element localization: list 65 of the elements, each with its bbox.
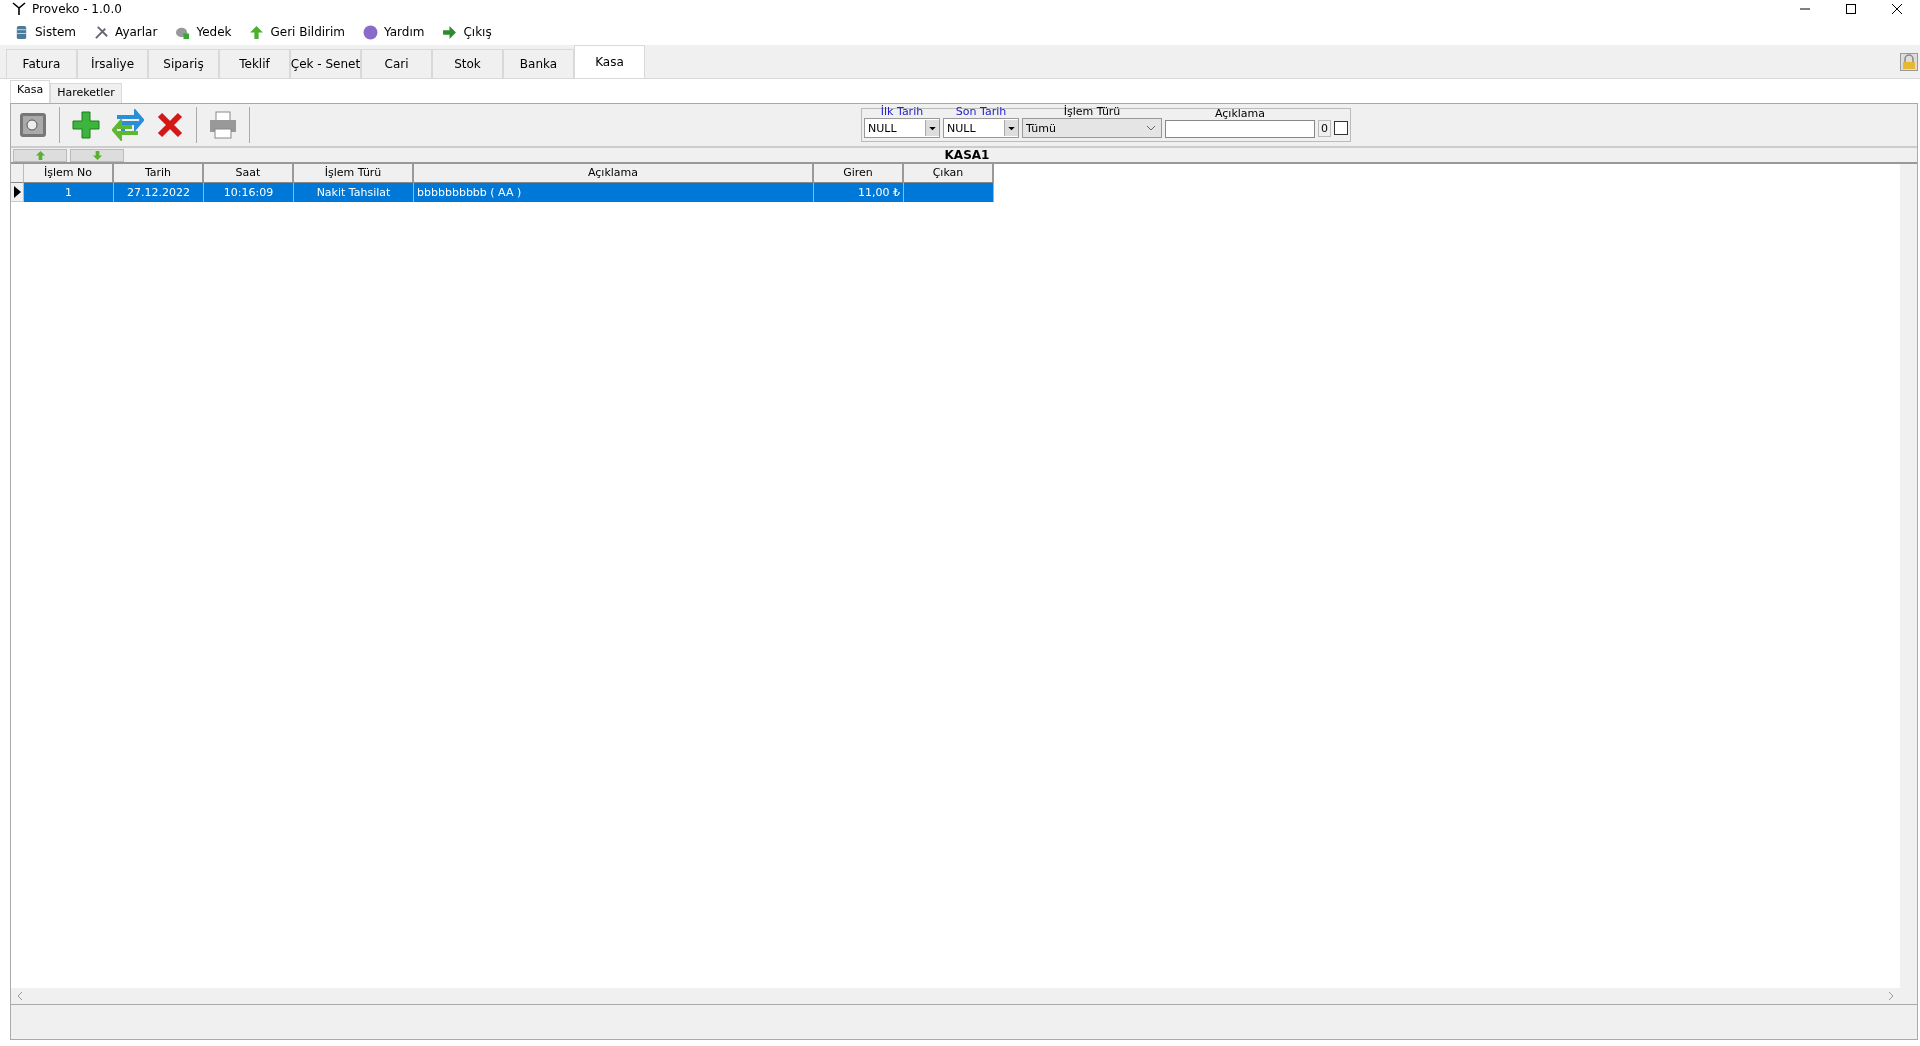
column-header[interactable]: İşlem No <box>24 164 114 183</box>
chevron-right-icon[interactable] <box>1888 991 1894 1001</box>
tab[interactable]: İrsaliye <box>77 49 148 78</box>
row-pointer-icon <box>13 186 21 198</box>
database-icon <box>14 24 29 40</box>
printer-icon[interactable] <box>207 109 239 141</box>
table-cell: 27.12.2022 <box>114 183 204 202</box>
chevron-left-icon[interactable] <box>17 991 23 1001</box>
tab[interactable]: Kasa <box>10 80 51 103</box>
menu-item[interactable]: Sistem <box>10 22 80 42</box>
column-header[interactable]: Saat <box>204 164 294 183</box>
chevron-down-icon <box>1146 125 1156 131</box>
refresh-icon[interactable] <box>112 109 144 141</box>
move-down-button[interactable] <box>70 148 124 162</box>
checkbox[interactable] <box>1334 121 1348 135</box>
add-icon[interactable] <box>70 109 102 141</box>
tab[interactable]: Çek - Senet <box>290 49 361 78</box>
column-header[interactable]: İşlem Türü <box>294 164 414 183</box>
table-cell: bbbbbbbbbb ( AA ) <box>414 183 814 202</box>
grid-title: KASA1 <box>943 148 991 162</box>
tab[interactable]: Cari <box>361 49 432 78</box>
date-picker[interactable]: NULL <box>943 118 1019 138</box>
menu-item[interactable]: Yedek <box>171 22 236 42</box>
column-header[interactable]: Açıklama <box>414 164 814 183</box>
maximize-icon[interactable] <box>1845 3 1857 15</box>
table-cell: 10:16:09 <box>204 183 294 202</box>
column-header[interactable]: Giren <box>814 164 904 183</box>
tab[interactable]: Kasa <box>574 45 645 78</box>
date-picker[interactable]: NULL <box>864 118 940 138</box>
window-title: Proveko - 1.0.0 <box>32 2 122 16</box>
field-label: Açıklama <box>1213 108 1267 120</box>
funnel-icon <box>12 2 26 16</box>
tab[interactable]: Teklif <box>219 49 290 78</box>
column-header[interactable]: Tarih <box>114 164 204 183</box>
tab[interactable]: Fatura <box>6 49 77 78</box>
dropdown-icon <box>1004 120 1018 136</box>
move-up-button[interactable] <box>13 148 67 162</box>
up-arrow-icon <box>249 24 265 40</box>
column-header[interactable]: Çıkan <box>904 164 994 183</box>
vertical-scrollbar[interactable] <box>1900 164 1917 1004</box>
close-icon[interactable] <box>1891 3 1903 15</box>
tab[interactable]: Banka <box>503 49 574 78</box>
field-label: İşlem Türü <box>1062 106 1122 118</box>
menu-item[interactable]: Geri Bildirim <box>245 22 350 42</box>
lock-icon[interactable] <box>1900 52 1918 71</box>
horizontal-scrollbar[interactable] <box>11 988 1900 1004</box>
type-dropdown[interactable]: Tümü <box>1022 118 1162 138</box>
down-arrow-icon <box>91 149 103 161</box>
count-label: 0 <box>1318 119 1331 137</box>
menu-item[interactable]: Yardım <box>359 22 429 42</box>
table-cell: 11,00 ₺ <box>814 183 904 202</box>
tab[interactable]: Sipariş <box>148 49 219 78</box>
field-label: Son Tarih <box>954 106 1008 118</box>
right-arrow-icon <box>442 24 458 40</box>
menu-item[interactable]: Çıkış <box>438 22 496 42</box>
field-label: İlk Tarih <box>879 106 925 118</box>
menu-item[interactable]: Ayarlar <box>90 22 162 42</box>
up-arrow-icon <box>34 149 46 161</box>
tab[interactable]: Stok <box>432 49 503 78</box>
table-cell: 1 <box>24 183 114 202</box>
dropdown-icon <box>925 120 939 136</box>
table-row[interactable]: 1 27.12.2022 10:16:09 Nakit Tahsilat bbbbbbbbbb ( AA ) 11,00 ₺ <box>11 183 1900 202</box>
description-input[interactable] <box>1165 120 1315 138</box>
tab[interactable]: Hareketler <box>50 83 122 103</box>
table-cell: Nakit Tahsilat <box>294 183 414 202</box>
